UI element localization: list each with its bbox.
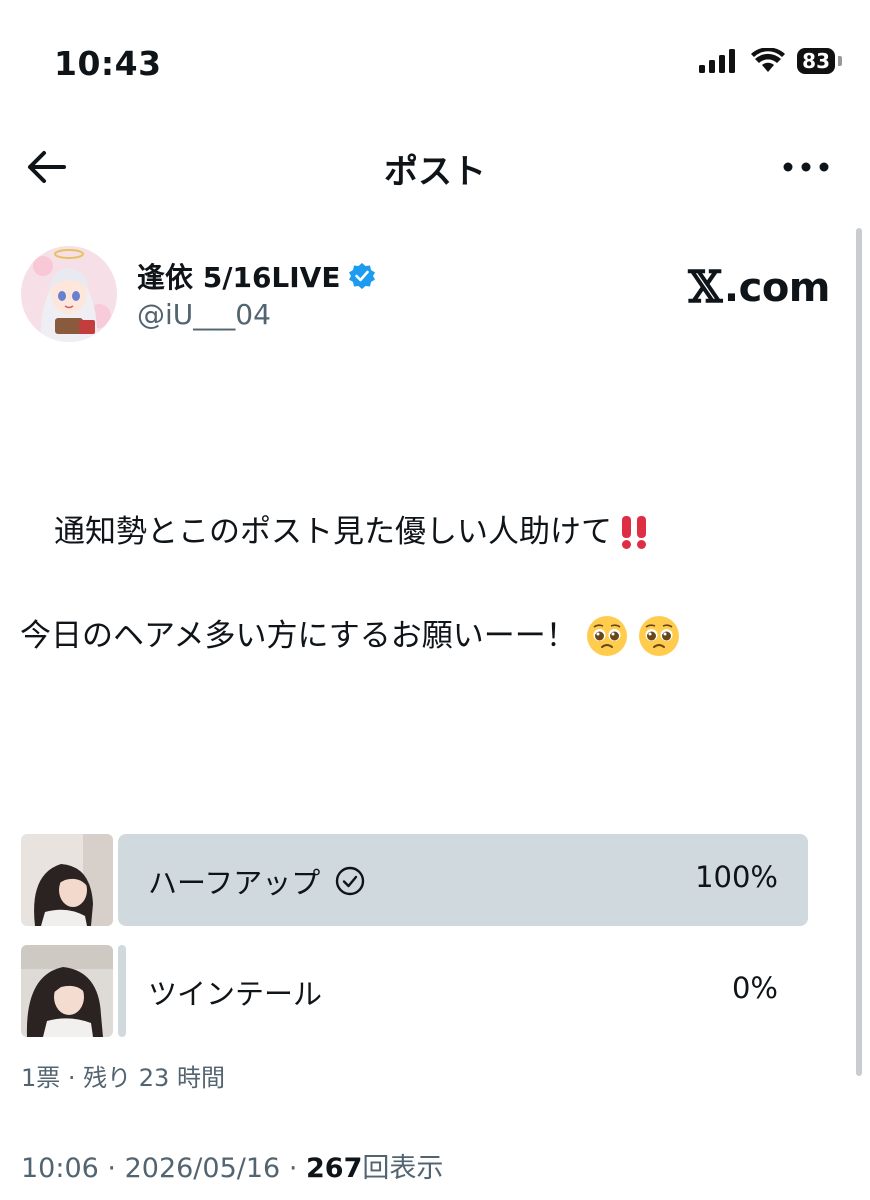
x-logo-icon: 𝕏: [688, 262, 722, 313]
status-bar: 10:43 83: [0, 0, 870, 120]
battery-icon: 83: [797, 48, 842, 74]
status-icons: 83: [699, 48, 842, 74]
battery-level: 83: [797, 48, 835, 74]
post-line-1: 通知勢とこのポスト見た優しい人助けて: [20, 508, 840, 556]
post-timestamp-row: 10:06 · 2026/05/16 · 267回表示: [21, 1146, 443, 1185]
post-line-2: 今日のヘアメ多い方にするお願いーー！: [20, 612, 840, 660]
poll-summary: 1票 · 残り 23 時間: [21, 1064, 225, 1092]
cellular-signal-icon: [699, 49, 736, 73]
poll-option-thumbnail[interactable]: [21, 834, 113, 926]
anime-avatar-image: [21, 246, 117, 342]
double-exclamation-emoji: [622, 516, 646, 549]
check-circle-icon: [336, 866, 365, 896]
post-date[interactable]: 2026/05/16: [125, 1153, 281, 1184]
post-body: 通知勢とこのポスト見た優しい人助けて 今日のヘアメ多い方にするお願いーー！: [20, 508, 840, 660]
pleading-face-emoji: [586, 616, 627, 656]
post-time[interactable]: 10:06: [21, 1153, 99, 1184]
poll-option-label-row: ツインテール: [148, 971, 322, 1013]
watermark-text: .com: [723, 264, 831, 311]
status-time: 10:43: [54, 44, 162, 83]
poll-option-percent: 100%: [695, 860, 778, 894]
separator-dot: ·: [288, 1153, 298, 1184]
poll-option-label-row: ハーフアップ: [148, 860, 366, 902]
page-title: ポスト: [384, 152, 486, 192]
view-count-label: 回表示: [362, 1153, 444, 1184]
poll-option-label: ツインテール: [148, 977, 323, 1011]
poll-option[interactable]: ツインテール 0%: [118, 945, 808, 1037]
verified-badge-icon: [349, 263, 376, 289]
author-name: 逢依 5/16LIVE: [137, 261, 341, 294]
separator-dot: ·: [107, 1153, 116, 1184]
twin-tail-hairstyle-photo: [21, 945, 113, 1037]
more-options-button[interactable]: [782, 158, 830, 176]
poll-result-bar: [118, 945, 126, 1037]
pleading-face-emoji: [638, 616, 679, 656]
x-com-watermark: 𝕏 .com: [688, 262, 830, 313]
poll-option[interactable]: ハーフアップ 100%: [118, 834, 808, 926]
poll-option-label: ハーフアップ: [148, 866, 321, 900]
battery-tip: [838, 56, 842, 66]
scroll-indicator[interactable]: [856, 228, 862, 1076]
more-horizontal-icon: [783, 162, 829, 172]
author-handle[interactable]: @iU___04: [137, 298, 271, 331]
author-name-row[interactable]: 逢依 5/16LIVE: [137, 256, 376, 296]
poll-option-percent: 0%: [731, 971, 778, 1005]
post-text-line-2: 今日のヘアメ多い方にするお願いーー！: [20, 618, 577, 654]
view-count: 267: [306, 1153, 363, 1184]
post-text-line-1: 通知勢とこのポスト見た優しい人助けて: [54, 514, 612, 550]
half-up-hairstyle-photo: [21, 834, 113, 926]
post-header: ポスト: [0, 130, 870, 204]
wifi-icon: [751, 48, 786, 72]
avatar[interactable]: [21, 246, 117, 342]
poll-option-thumbnail[interactable]: [21, 945, 113, 1037]
